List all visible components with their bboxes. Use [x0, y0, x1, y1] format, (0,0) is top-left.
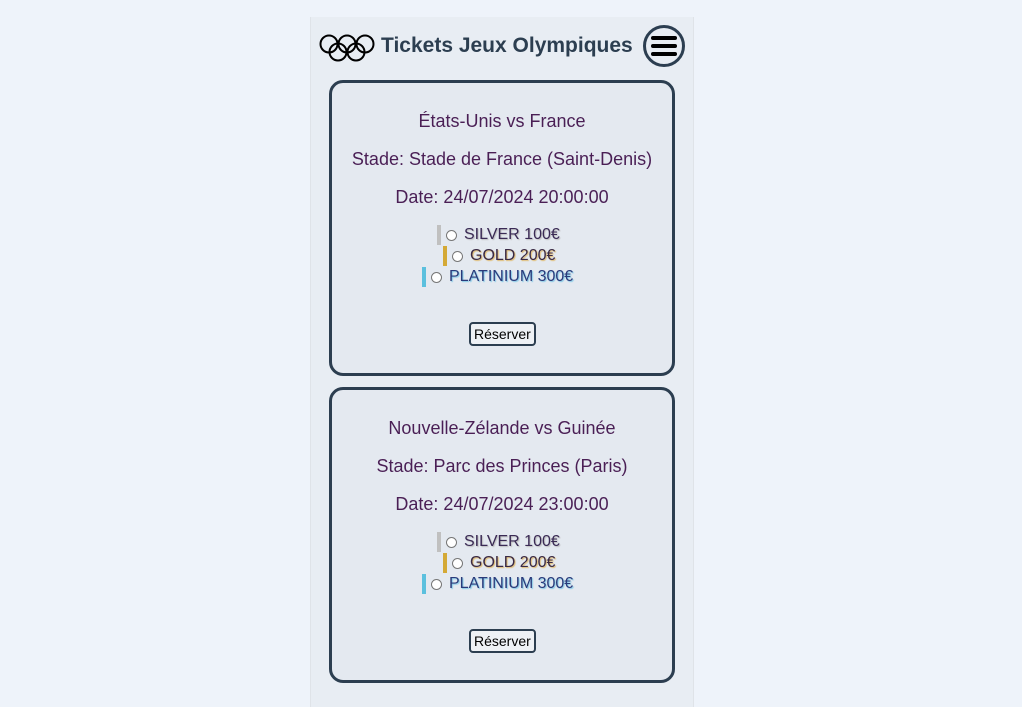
gold-color-bar	[443, 246, 447, 266]
gold-color-bar	[443, 553, 447, 573]
ticket-option-gold[interactable]: GOLD 200€	[443, 553, 555, 573]
gold-radio[interactable]	[452, 557, 463, 569]
ticket-option-silver[interactable]: SILVER 100€	[437, 532, 560, 552]
stadium-label: Stade: Parc des Princes (Paris)	[376, 456, 628, 476]
ticket-option-platinium[interactable]: PLATINIUM 300€	[422, 574, 573, 594]
platinium-color-bar	[422, 267, 426, 287]
olympic-rings-icon	[319, 34, 375, 62]
silver-color-bar	[437, 225, 441, 245]
date-label: Date: 24/07/2024 23:00:00	[395, 494, 609, 514]
silver-label: SILVER 100€	[464, 226, 560, 243]
silver-radio[interactable]	[446, 229, 457, 241]
reserve-button[interactable]: Réserver	[469, 629, 536, 653]
platinium-radio[interactable]	[431, 271, 442, 283]
hamburger-menu-icon[interactable]	[643, 25, 685, 67]
silver-color-bar	[437, 532, 441, 552]
platinium-color-bar	[422, 574, 426, 594]
gold-radio[interactable]	[452, 250, 463, 262]
stadium-label: Stade: Stade de France (Saint-Denis)	[351, 149, 653, 169]
page-title: Tickets Jeux Olympiques	[381, 34, 633, 57]
silver-radio[interactable]	[446, 536, 457, 548]
gold-label: GOLD 200€	[470, 554, 556, 571]
match-title: Nouvelle-Zélande vs Guinée	[388, 418, 616, 438]
date-label: Date: 24/07/2024 20:00:00	[395, 187, 609, 207]
event-card: États-Unis vs France Stade: Stade de Fra…	[329, 80, 675, 376]
menu-line	[651, 36, 677, 40]
ticket-option-silver[interactable]: SILVER 100€	[437, 225, 560, 245]
ticket-option-gold[interactable]: GOLD 200€	[443, 246, 555, 266]
header: Tickets Jeux Olympiques	[311, 17, 693, 77]
match-title: États-Unis vs France	[418, 111, 586, 131]
menu-line	[651, 44, 677, 48]
platinium-label: PLATINIUM 300€	[449, 268, 574, 285]
reserve-button[interactable]: Réserver	[469, 322, 536, 346]
menu-line	[651, 52, 677, 56]
app-container: Tickets Jeux Olympiques États-Unis vs Fr…	[310, 17, 694, 707]
event-card: Nouvelle-Zélande vs Guinée Stade: Parc d…	[329, 387, 675, 683]
gold-label: GOLD 200€	[470, 247, 556, 264]
silver-label: SILVER 100€	[464, 533, 560, 550]
platinium-label: PLATINIUM 300€	[449, 575, 574, 592]
ticket-option-platinium[interactable]: PLATINIUM 300€	[422, 267, 573, 287]
platinium-radio[interactable]	[431, 578, 442, 590]
